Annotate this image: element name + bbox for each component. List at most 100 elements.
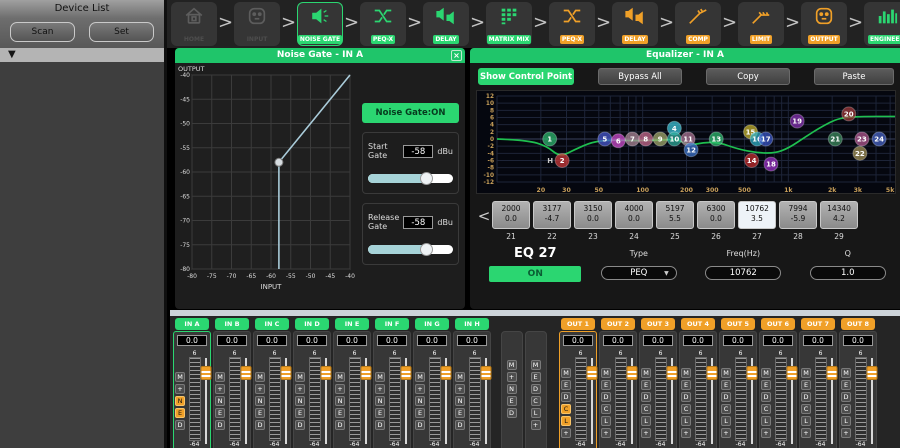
eq-point-9[interactable]: 9: [653, 132, 667, 146]
fader-handle[interactable]: [786, 366, 797, 380]
nav-item-delay[interactable]: DELAY: [423, 2, 469, 46]
fader-handle[interactable]: [280, 366, 291, 380]
fader-handle[interactable]: [586, 366, 597, 380]
start-gate-value[interactable]: -58: [403, 145, 433, 158]
channel-fader[interactable]: [788, 350, 795, 448]
channel-label[interactable]: OUT 2: [601, 318, 635, 330]
channel-fader[interactable]: [868, 350, 875, 448]
channel-button-e[interactable]: E: [255, 408, 265, 418]
channel-button-m[interactable]: M: [255, 372, 265, 382]
fader-handle[interactable]: [666, 366, 677, 380]
channel-label[interactable]: IN F: [375, 318, 409, 330]
channel-gain-value[interactable]: 0.0: [337, 335, 367, 346]
channel-button-e[interactable]: E: [841, 380, 851, 390]
channel-fader[interactable]: [362, 350, 369, 448]
channel-button-e[interactable]: E: [761, 380, 771, 390]
eq-point-18[interactable]: 18: [764, 157, 778, 171]
fader-handle[interactable]: [440, 366, 451, 380]
nav-item-matrix-mix[interactable]: MATRIX MIX: [486, 2, 532, 46]
fader-handle[interactable]: [706, 366, 717, 380]
eq-band-cell[interactable]: 107623.5: [738, 201, 776, 229]
type-select[interactable]: PEQ ▼: [601, 266, 677, 280]
scan-button[interactable]: Scan: [10, 22, 75, 42]
nav-item-home[interactable]: HOME: [171, 2, 217, 46]
fader-handle[interactable]: [746, 366, 757, 380]
master-button-d[interactable]: D: [531, 384, 541, 394]
channel-button-m[interactable]: M: [215, 372, 225, 382]
eq-band-cell[interactable]: 7994-5.9: [779, 201, 817, 229]
channel-button-n[interactable]: N: [215, 396, 225, 406]
channel-button-m[interactable]: M: [761, 368, 771, 378]
eq-point-22[interactable]: 22: [853, 146, 867, 160]
channel-button-m[interactable]: M: [721, 368, 731, 378]
channel-button-e[interactable]: E: [641, 380, 651, 390]
channel-fader[interactable]: [442, 350, 449, 448]
channel-button-n[interactable]: N: [415, 396, 425, 406]
channel-button-e[interactable]: E: [375, 408, 385, 418]
channel-label[interactable]: IN D: [295, 318, 329, 330]
channel-button-e[interactable]: E: [721, 380, 731, 390]
channel-button-+[interactable]: +: [601, 428, 611, 438]
channel-button-+[interactable]: +: [761, 428, 771, 438]
gate-threshold-handle[interactable]: [275, 158, 283, 166]
eq-band-cell[interactable]: 40000.0: [615, 201, 653, 229]
channel-fader[interactable]: [708, 350, 715, 448]
channel-button-e[interactable]: E: [175, 408, 185, 418]
channel-gain-value[interactable]: 0.0: [683, 335, 713, 346]
eq-point-5[interactable]: 5: [598, 132, 612, 146]
master-button-c[interactable]: C: [531, 396, 541, 406]
channel-button-d[interactable]: D: [721, 392, 731, 402]
channel-button-c[interactable]: C: [761, 404, 771, 414]
channel-button-+[interactable]: +: [561, 428, 571, 438]
channel-button-d[interactable]: D: [801, 392, 811, 402]
channel-button-+[interactable]: +: [841, 428, 851, 438]
channel-button-e[interactable]: E: [295, 408, 305, 418]
channel-fader[interactable]: [668, 350, 675, 448]
channel-label[interactable]: IN G: [415, 318, 449, 330]
channel-button-+[interactable]: +: [295, 384, 305, 394]
eq-band-cell[interactable]: 31500.0: [574, 201, 612, 229]
master-button-n[interactable]: N: [507, 384, 517, 394]
channel-button-+[interactable]: +: [721, 428, 731, 438]
channel-button-m[interactable]: M: [561, 368, 571, 378]
channel-gain-value[interactable]: 0.0: [843, 335, 873, 346]
channel-label[interactable]: IN H: [455, 318, 489, 330]
channel-button-d[interactable]: D: [601, 392, 611, 402]
channel-button-d[interactable]: D: [295, 420, 305, 430]
channel-gain-value[interactable]: 0.0: [803, 335, 833, 346]
release-gate-slider[interactable]: [368, 245, 453, 254]
eq-point-14[interactable]: 14: [745, 154, 759, 168]
channel-button-e[interactable]: E: [561, 380, 571, 390]
channel-fader[interactable]: [588, 350, 595, 448]
channel-gain-value[interactable]: 0.0: [417, 335, 447, 346]
channel-fader[interactable]: [282, 350, 289, 448]
channel-gain-value[interactable]: 0.0: [257, 335, 287, 346]
channel-button-l[interactable]: L: [681, 416, 691, 426]
close-icon[interactable]: ×: [451, 50, 462, 61]
channel-gain-value[interactable]: 0.0: [297, 335, 327, 346]
channel-gain-value[interactable]: 0.0: [177, 335, 207, 346]
nav-item-comp[interactable]: COMP: [675, 2, 721, 46]
channel-button-l[interactable]: L: [721, 416, 731, 426]
eq-band-cell[interactable]: 51975.5: [656, 201, 694, 229]
eq-point-2[interactable]: 2H: [547, 154, 569, 168]
channel-label[interactable]: OUT 4: [681, 318, 715, 330]
eq-point-17[interactable]: 17: [759, 132, 773, 146]
fader-handle[interactable]: [626, 366, 637, 380]
channel-gain-value[interactable]: 0.0: [603, 335, 633, 346]
eq-band-cell[interactable]: 63000.0: [697, 201, 735, 229]
nav-item-engineer[interactable]: ENGINEER: [864, 2, 900, 46]
channel-button-c[interactable]: C: [721, 404, 731, 414]
channel-button-m[interactable]: M: [801, 368, 811, 378]
channel-label[interactable]: IN C: [255, 318, 289, 330]
channel-button-n[interactable]: N: [375, 396, 385, 406]
channel-label[interactable]: OUT 8: [841, 318, 875, 330]
channel-button-+[interactable]: +: [681, 428, 691, 438]
channel-button-e[interactable]: E: [601, 380, 611, 390]
channel-button-+[interactable]: +: [215, 384, 225, 394]
q-field[interactable]: 1.0: [810, 266, 886, 280]
channel-button-m[interactable]: M: [295, 372, 305, 382]
eq-band-cell[interactable]: 143404.2: [820, 201, 858, 229]
channel-button-l[interactable]: L: [561, 416, 571, 426]
freq-field[interactable]: 10762: [705, 266, 781, 280]
